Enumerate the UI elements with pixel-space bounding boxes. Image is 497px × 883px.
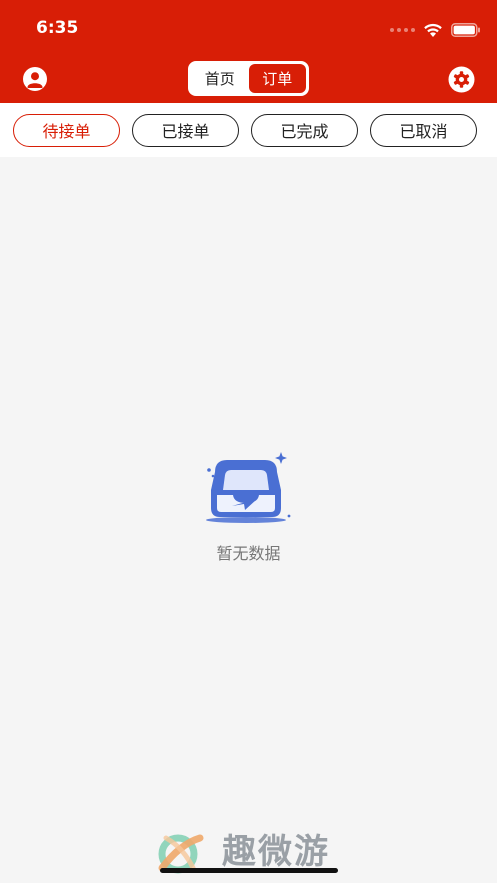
empty-state-text: 暂无数据 [216, 544, 281, 563]
battery-icon [451, 23, 480, 37]
empty-inbox-icon [206, 452, 291, 523]
filter-accepted[interactable]: 已接单 [132, 113, 239, 147]
status-time: 6:35 [36, 18, 79, 38]
tab-orders[interactable]: 订单 [248, 64, 306, 93]
wifi-icon [424, 23, 442, 37]
settings-button[interactable] [448, 66, 475, 93]
filter-cancelled[interactable]: 已取消 [370, 113, 477, 147]
tab-home[interactable]: 首页 [191, 64, 249, 93]
gear-icon [448, 66, 475, 93]
filter-completed[interactable]: 已完成 [251, 113, 358, 147]
home-indicator [160, 868, 338, 873]
app-screen: 6:35 首页 订单 待接单 已接单 已完成 已取消 暂无数据 趣微游 [0, 0, 497, 883]
order-status-filter-bar: 待接单 已接单 已完成 已取消 [0, 103, 497, 157]
user-icon [27, 72, 43, 88]
cellular-signal-icon [390, 28, 415, 32]
filter-pending[interactable]: 待接单 [13, 113, 120, 147]
header-bar: 6:35 首页 订单 [0, 0, 497, 103]
segmented-control: 首页 订单 [188, 61, 309, 96]
status-icons [390, 20, 481, 40]
profile-button[interactable] [23, 67, 47, 91]
watermark-text: 趣微游 [222, 832, 330, 872]
